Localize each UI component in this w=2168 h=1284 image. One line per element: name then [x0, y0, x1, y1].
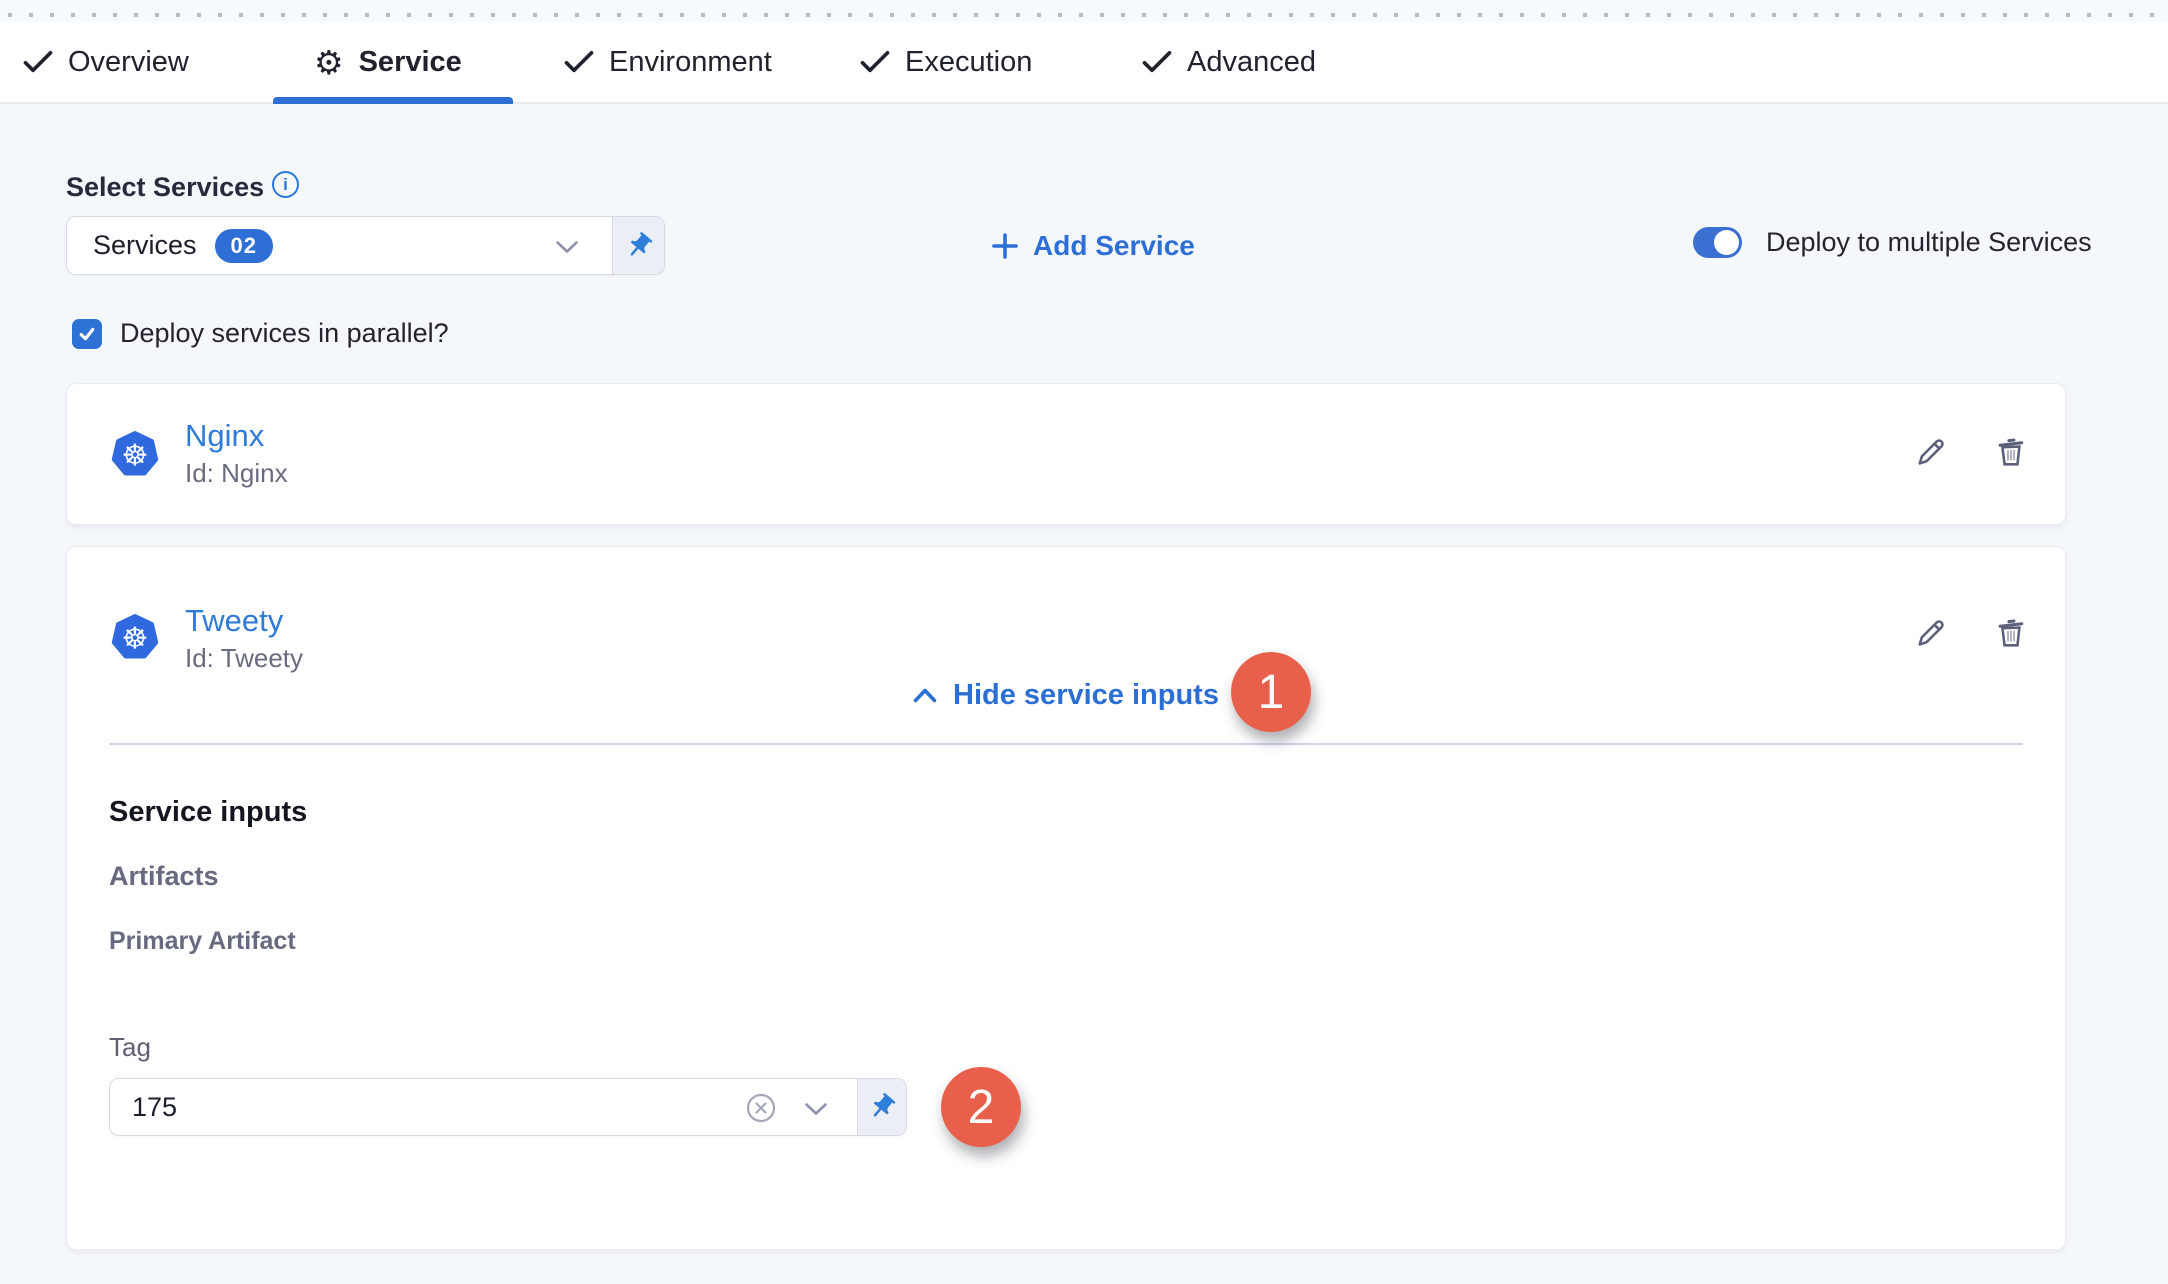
check-icon: [564, 50, 594, 74]
tab-label: Environment: [609, 46, 772, 79]
add-service-label: Add Service: [1033, 230, 1195, 262]
stage-tabbar: Overview ⚙ Service Environment Execution…: [0, 22, 2168, 104]
plus-icon: [991, 232, 1019, 260]
tab-environment[interactable]: Environment: [564, 22, 772, 102]
gear-icon: ⚙: [314, 46, 344, 79]
pin-button[interactable]: [857, 1079, 906, 1135]
service-id: Id: Nginx: [185, 458, 288, 489]
service-name-link[interactable]: Nginx: [185, 418, 264, 454]
service-card-nginx: ☸ Nginx Id: Nginx: [66, 383, 2066, 525]
services-count-badge: 02: [215, 229, 273, 263]
clear-icon[interactable]: [743, 1090, 779, 1126]
pin-icon: [867, 1092, 897, 1122]
kubernetes-icon: ☸: [111, 613, 159, 666]
toggle-knob: [1714, 230, 1739, 255]
deploy-multiple-label: Deploy to multiple Services: [1766, 227, 2092, 258]
tag-label: Tag: [109, 1032, 151, 1063]
delete-button[interactable]: [1993, 434, 2029, 470]
chevron-up-icon: [913, 688, 937, 703]
tag-input[interactable]: [110, 1079, 710, 1135]
svg-text:☸: ☸: [122, 623, 149, 656]
svg-text:☸: ☸: [122, 440, 149, 473]
chevron-down-icon[interactable]: [805, 1103, 827, 1116]
edit-button[interactable]: [1913, 434, 1949, 470]
trash-icon: [1993, 615, 2029, 651]
info-icon[interactable]: i: [272, 171, 299, 198]
add-service-button[interactable]: Add Service: [991, 228, 1195, 264]
page: Overview ⚙ Service Environment Execution…: [0, 0, 2168, 1284]
tab-label: Execution: [905, 46, 1032, 79]
tab-label: Service: [359, 46, 462, 79]
select-services-label: Select Services: [66, 172, 264, 203]
pin-icon: [624, 231, 654, 261]
tab-advanced[interactable]: Advanced: [1142, 22, 1316, 102]
card-actions: [1913, 615, 2029, 651]
deploy-multiple-toggle[interactable]: [1693, 227, 1742, 258]
active-tab-underline: [273, 97, 513, 104]
top-dotted-divider: [0, 0, 2168, 22]
tag-input-group: [109, 1078, 907, 1136]
check-icon: [23, 50, 53, 74]
tab-service[interactable]: ⚙ Service: [314, 22, 462, 102]
parallel-checkbox-label: Deploy services in parallel?: [120, 318, 449, 349]
annotation-badge-2: 2: [941, 1067, 1021, 1147]
deploy-multiple-toggle-row: Deploy to multiple Services: [1693, 227, 2092, 258]
service-inputs-title: Service inputs: [109, 796, 307, 829]
parallel-checkbox-row: Deploy services in parallel?: [72, 318, 449, 349]
delete-button[interactable]: [1993, 615, 2029, 651]
tab-overview[interactable]: Overview: [23, 22, 189, 102]
parallel-checkbox[interactable]: [72, 319, 102, 349]
artifacts-heading: Artifacts: [109, 861, 219, 892]
check-icon: [860, 50, 890, 74]
edit-button[interactable]: [1913, 615, 1949, 651]
tab-execution[interactable]: Execution: [860, 22, 1032, 102]
service-name-link[interactable]: Tweety: [185, 603, 283, 639]
annotation-badge-1: 1: [1231, 652, 1311, 732]
services-dropdown-value: Services: [93, 230, 197, 261]
tab-label: Overview: [68, 46, 189, 79]
pin-button[interactable]: [612, 217, 664, 274]
services-dropdown[interactable]: Services 02: [66, 216, 665, 275]
kubernetes-icon: ☸: [111, 430, 159, 483]
service-card-tweety: ☸ Tweety Id: Tweety Hide service inputs …: [66, 546, 2066, 1250]
hide-service-inputs-link[interactable]: Hide service inputs: [67, 675, 2065, 715]
pencil-icon: [1913, 434, 1949, 470]
check-icon: [1142, 50, 1172, 74]
service-id: Id: Tweety: [185, 643, 303, 674]
primary-artifact-heading: Primary Artifact: [109, 927, 296, 956]
section-divider: [109, 743, 2023, 745]
tab-label: Advanced: [1187, 46, 1316, 79]
hide-service-inputs-label: Hide service inputs: [953, 679, 1219, 712]
chevron-down-icon[interactable]: [556, 241, 578, 254]
card-actions: [1913, 434, 2029, 470]
pencil-icon: [1913, 615, 1949, 651]
trash-icon: [1993, 434, 2029, 470]
check-icon: [78, 326, 96, 342]
